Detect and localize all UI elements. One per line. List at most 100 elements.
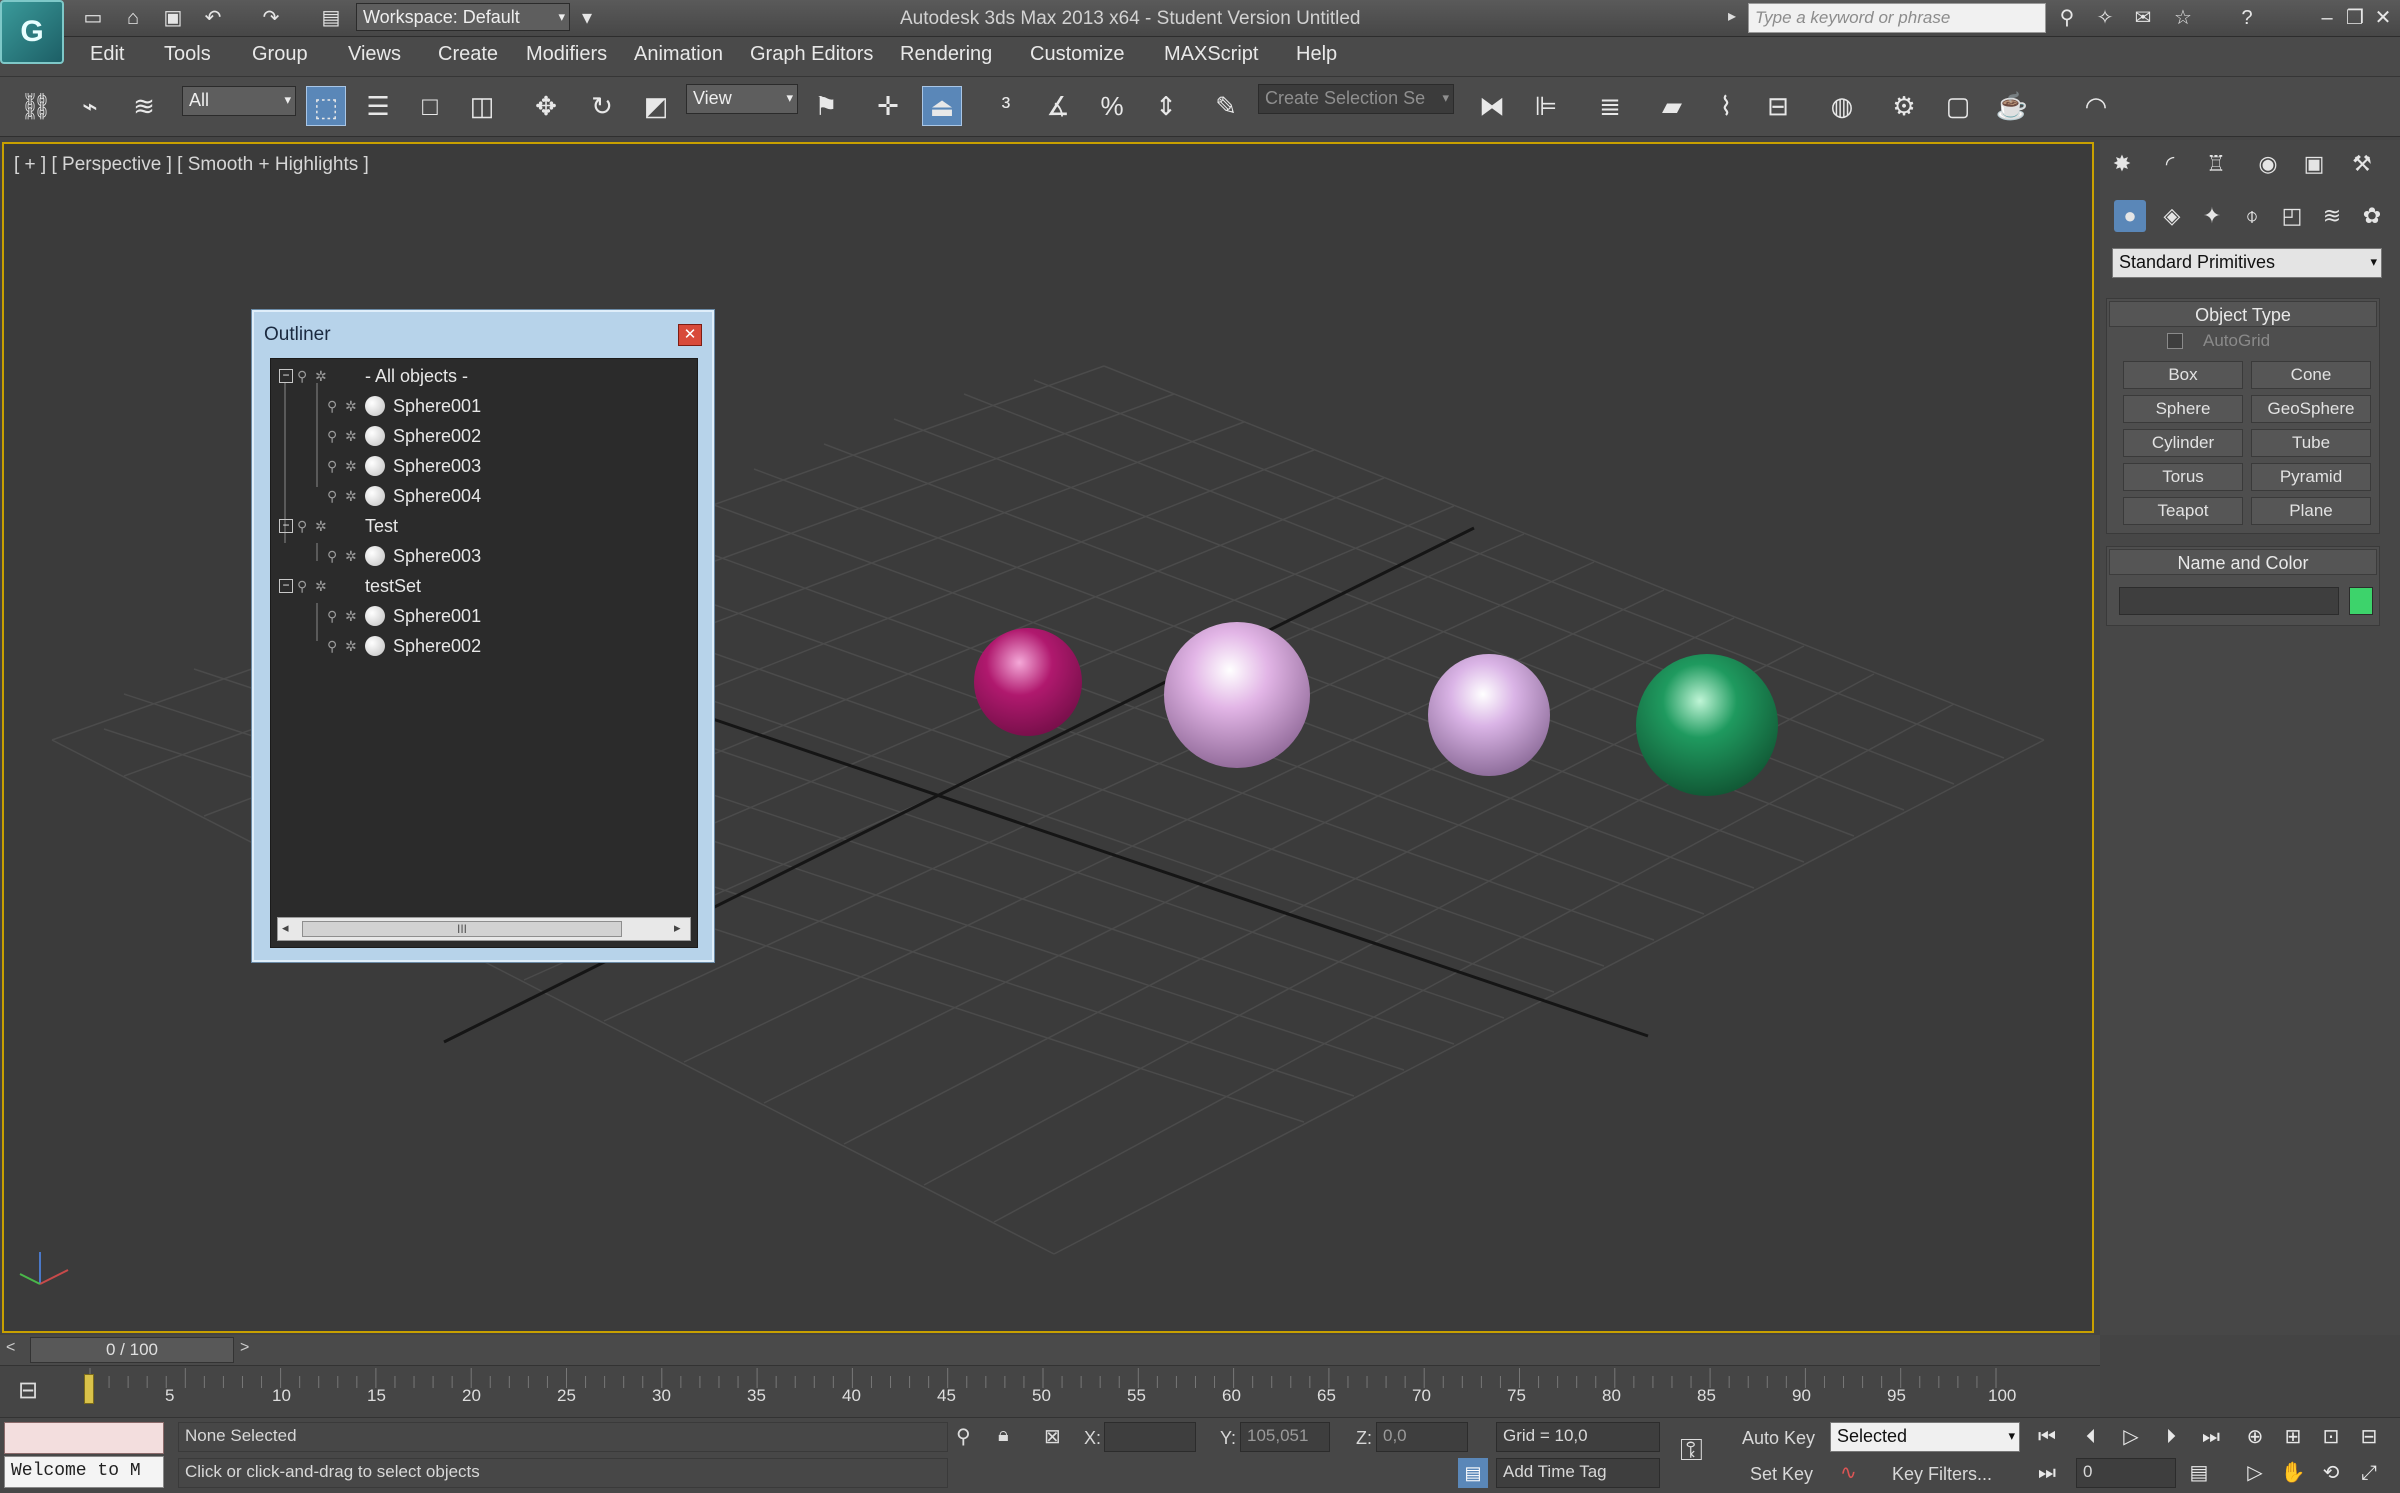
sphere-magenta[interactable] xyxy=(974,628,1082,736)
customize-quickaccess-icon[interactable]: ▾ xyxy=(574,5,600,31)
collapse-icon[interactable]: − xyxy=(279,579,293,593)
cylinder-button[interactable]: Cylinder xyxy=(2123,429,2243,457)
play-icon[interactable]: ▷ xyxy=(2116,1422,2146,1452)
visibility-icon[interactable]: ✲ xyxy=(315,571,327,601)
adaptive-degradation-icon[interactable]: ▤ xyxy=(1458,1458,1488,1488)
close-window-icon[interactable]: ✕ xyxy=(2370,5,2396,31)
tree-item[interactable]: ⚲ ✲ Sphere003 xyxy=(271,451,671,481)
visibility-icon[interactable]: ✲ xyxy=(345,601,357,631)
visibility-icon[interactable]: ✲ xyxy=(345,391,357,421)
project-folder-icon[interactable]: ▤ xyxy=(318,5,344,31)
menu-tools[interactable]: Tools xyxy=(164,43,211,66)
graphite-ribbon-icon[interactable]: ▰ xyxy=(1652,86,1692,126)
reference-coord-dropdown[interactable]: View ▾ xyxy=(686,84,798,114)
unlink-icon[interactable]: ⌁ xyxy=(70,86,110,126)
create-tab-icon[interactable]: ✸ xyxy=(2106,148,2138,180)
menu-graph-editors[interactable]: Graph Editors xyxy=(750,43,873,66)
rectangular-region-icon[interactable]: □ xyxy=(410,86,450,126)
modify-tab-icon[interactable]: ◜ xyxy=(2154,148,2186,180)
menu-views[interactable]: Views xyxy=(348,43,401,66)
prev-frame-icon[interactable]: < xyxy=(6,1339,15,1357)
outliner-tree[interactable]: − ⚲ ✲ - All objects - ⚲ ✲ Sphere001 ⚲ ✲ … xyxy=(270,358,698,948)
menu-animation[interactable]: Animation xyxy=(634,43,723,66)
search-input[interactable]: Type a keyword or phrase xyxy=(1748,3,2046,33)
tree-item[interactable]: ⚲ ✲ Sphere001 xyxy=(271,391,671,421)
schematic-view-icon[interactable]: ⊟ xyxy=(1758,86,1798,126)
visibility-icon[interactable]: ✲ xyxy=(345,421,357,451)
freeze-icon[interactable]: ⚲ xyxy=(327,451,337,481)
outliner-close-button[interactable]: ✕ xyxy=(678,324,702,346)
collapse-icon[interactable]: − xyxy=(279,519,293,533)
torus-button[interactable]: Torus xyxy=(2123,463,2243,491)
pyramid-button[interactable]: Pyramid xyxy=(2251,463,2371,491)
menu-help[interactable]: Help xyxy=(1296,43,1337,66)
helpers-icon[interactable]: ◰ xyxy=(2276,200,2308,232)
align-icon[interactable]: ⊫ xyxy=(1526,86,1566,126)
set-key-button[interactable]: Set Key xyxy=(1750,1464,1813,1485)
sphere-lilac[interactable] xyxy=(1428,654,1550,776)
visibility-icon[interactable]: ✲ xyxy=(315,361,327,391)
absolute-mode-icon[interactable]: ⊠ xyxy=(1044,1424,1061,1449)
motion-tab-icon[interactable]: ◉ xyxy=(2252,148,2284,180)
auto-key-button[interactable]: Auto Key xyxy=(1742,1428,1815,1449)
visibility-icon[interactable]: ✲ xyxy=(315,511,327,541)
time-slider[interactable]: 0 / 100 xyxy=(30,1337,234,1363)
menu-rendering[interactable]: Rendering xyxy=(900,43,992,66)
window-crossing-icon[interactable]: ◫ xyxy=(462,86,502,126)
display-tab-icon[interactable]: ▣ xyxy=(2298,148,2330,180)
freeze-icon[interactable]: ⚲ xyxy=(327,631,337,661)
help-icon[interactable]: ? xyxy=(2234,5,2260,31)
plane-button[interactable]: Plane xyxy=(2251,497,2371,525)
keyboard-shortcut-override-icon[interactable]: ⏏ xyxy=(922,86,962,126)
undo-icon[interactable]: ↶ xyxy=(200,5,226,31)
shapes-icon[interactable]: ◈ xyxy=(2156,200,2188,232)
spacewarps-icon[interactable]: ≋ xyxy=(2316,200,2348,232)
menu-maxscript[interactable]: MAXScript xyxy=(1164,43,1258,66)
tree-item[interactable]: ⚲ ✲ Sphere004 xyxy=(271,481,671,511)
tree-group-testset[interactable]: − ⚲ ✲ testSet xyxy=(271,571,671,601)
save-file-icon[interactable]: ▣ xyxy=(160,5,186,31)
named-selection-set-dropdown[interactable]: Create Selection Se ▾ xyxy=(1258,84,1454,114)
zoom-icon[interactable]: ⊕ xyxy=(2240,1422,2270,1452)
sphere-button[interactable]: Sphere xyxy=(2123,395,2243,423)
favorites-icon[interactable]: ☆ xyxy=(2170,5,2196,31)
freeze-icon[interactable]: ⚲ xyxy=(297,361,307,391)
restore-icon[interactable]: ❐ xyxy=(2342,5,2368,31)
key-mode-dropdown[interactable]: Selected ▾ xyxy=(1830,1422,2020,1452)
visibility-icon[interactable]: ✲ xyxy=(345,541,357,571)
outliner-horizontal-scrollbar[interactable]: ◂ III ▸ xyxy=(277,917,691,941)
render-setup-icon[interactable]: ⚙ xyxy=(1884,86,1924,126)
geometry-icon[interactable]: ● xyxy=(2114,200,2146,232)
edit-named-selection-icon[interactable]: ✎ xyxy=(1206,86,1246,126)
object-type-header[interactable]: Object Type xyxy=(2109,301,2377,327)
x-coordinate-field[interactable] xyxy=(1104,1422,1196,1452)
freeze-icon[interactable]: ⚲ xyxy=(327,601,337,631)
layer-manager-icon[interactable]: ≣ xyxy=(1590,86,1630,126)
minimize-icon[interactable]: – xyxy=(2314,5,2340,31)
open-file-icon[interactable]: ⌂ xyxy=(120,5,146,31)
object-name-input[interactable] xyxy=(2119,587,2339,615)
freeze-icon[interactable]: ⚲ xyxy=(327,421,337,451)
tree-root-all-objects[interactable]: − ⚲ ✲ - All objects - xyxy=(271,361,671,391)
maximize-viewport-icon[interactable]: ⤢ xyxy=(2354,1458,2384,1488)
go-to-end-icon[interactable]: ⏭ xyxy=(2196,1422,2226,1452)
menu-group[interactable]: Group xyxy=(252,43,308,66)
time-configuration-icon[interactable]: ▤ xyxy=(2184,1458,2214,1488)
field-of-view-icon[interactable]: ▷ xyxy=(2240,1458,2270,1488)
visibility-icon[interactable]: ✲ xyxy=(345,451,357,481)
isolate-selection-icon[interactable]: ⚲ xyxy=(956,1424,971,1449)
collapse-icon[interactable]: − xyxy=(279,369,293,383)
angle-snap-icon[interactable]: ∡ xyxy=(1038,86,1078,126)
freeze-icon[interactable]: ⚲ xyxy=(327,481,337,511)
move-icon[interactable]: ✥ xyxy=(526,86,566,126)
freeze-icon[interactable]: ⚲ xyxy=(327,541,337,571)
freeze-icon[interactable]: ⚲ xyxy=(297,511,307,541)
box-button[interactable]: Box xyxy=(2123,361,2243,389)
freeze-icon[interactable]: ⚲ xyxy=(297,571,307,601)
tube-button[interactable]: Tube xyxy=(2251,429,2371,457)
tree-item[interactable]: ⚲ ✲ Sphere003 xyxy=(271,541,671,571)
zoom-extents-all-icon[interactable]: ⊟ xyxy=(2354,1422,2384,1452)
visibility-icon[interactable]: ✲ xyxy=(345,631,357,661)
cameras-icon[interactable]: ⌽ xyxy=(2236,200,2268,232)
go-to-start-icon[interactable]: ⏮ xyxy=(2032,1422,2062,1452)
